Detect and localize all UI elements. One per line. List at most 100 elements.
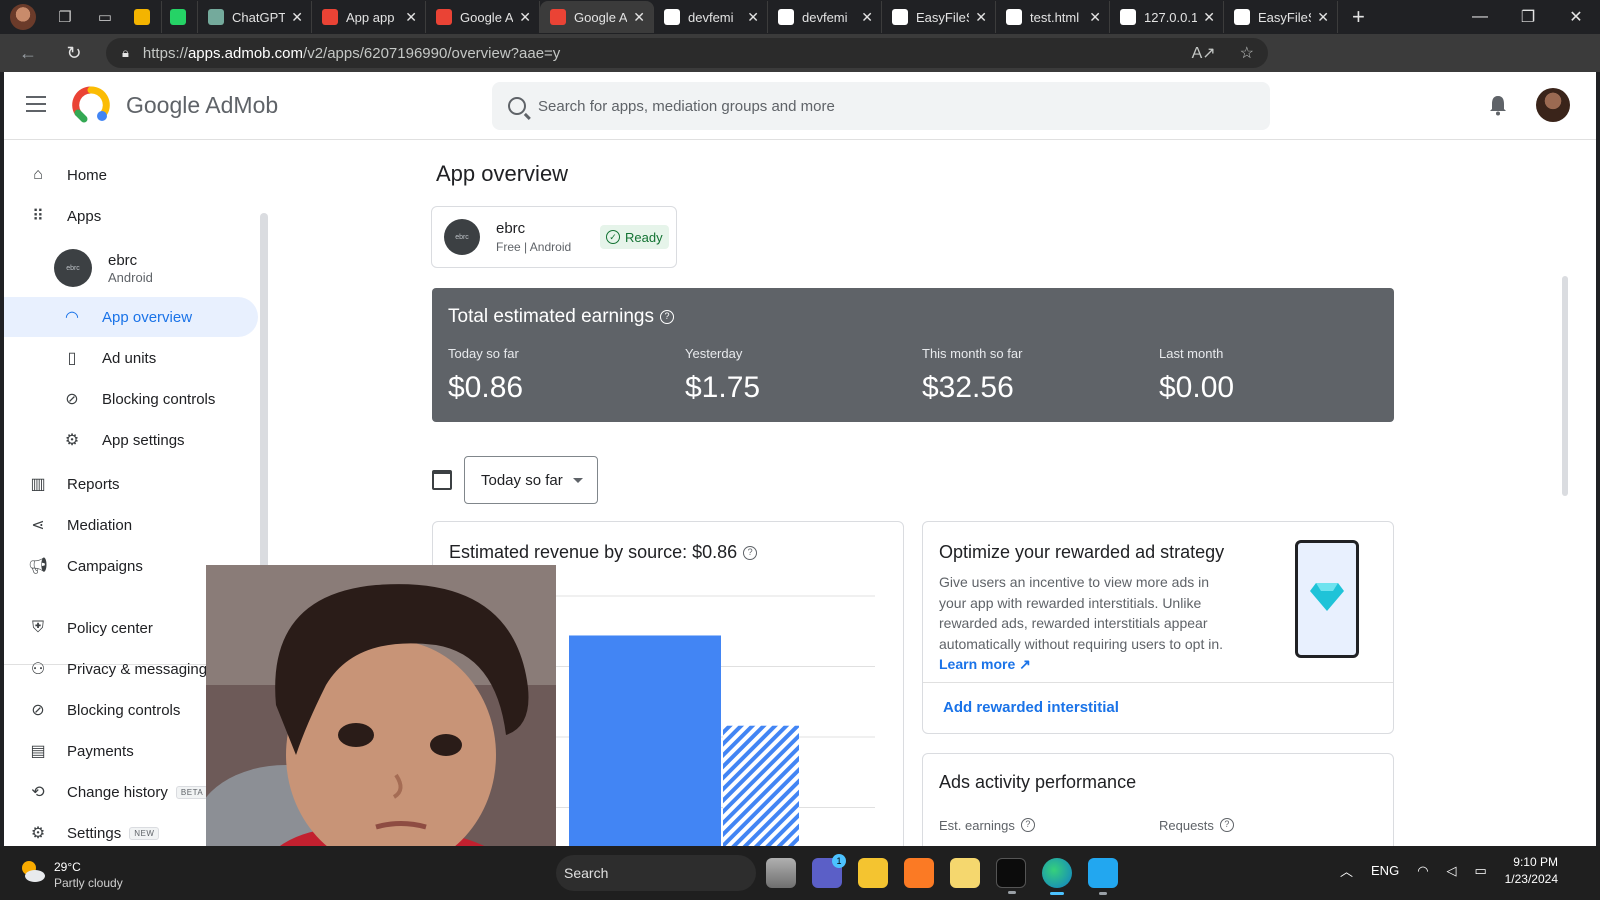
github-icon [778,9,794,25]
taskbar-search[interactable]: Search [556,855,756,891]
volume-icon[interactable]: ◁ [1447,863,1457,879]
close-tab-icon[interactable]: ✕ [975,9,987,26]
favorite-star-icon[interactable]: ☆ [1240,43,1254,63]
url-field[interactable]: 🔒︎ https://apps.admob.com/v2/apps/620719… [106,38,1268,68]
close-tab-icon[interactable]: ✕ [861,9,873,26]
revenue-bar-hatched[interactable] [723,725,799,846]
sticker-icon [134,9,150,25]
browser-tab-strip: ❐ ▭ ChatGPT ✕ App app ✕ Google A ✕ Google A ✕ de… [0,0,1600,34]
sidebar-item-app-overview[interactable]: ◠ App overview [4,297,258,337]
help-icon[interactable]: ? [743,546,758,560]
browser-tab[interactable]: Google A ✕ [426,1,540,33]
close-tab-icon[interactable]: ✕ [633,9,645,26]
back-button[interactable]: ← [10,43,46,64]
browser-tab[interactable]: Google A ✕ [540,1,654,33]
browser-tab[interactable]: test.html ✕ [996,1,1110,33]
github-icon [664,9,680,25]
cloud-icon [1234,9,1250,25]
help-icon[interactable]: ? [659,310,674,324]
settings-icon: ⚙ [64,432,80,449]
chevron-up-icon[interactable]: ︿ [1340,861,1353,880]
sidebar-item-app-settings[interactable]: ⚙ App settings [4,420,258,460]
sidebar-item-blocking-controls[interactable]: ⊘ Blocking controls [4,379,258,419]
sidebar-item-mediation[interactable]: ⋖ Mediation [4,505,258,545]
sidebar-item-reports[interactable]: ▥ Reports [4,464,258,504]
battery-icon[interactable]: ▭ [1475,863,1487,879]
close-tab-icon[interactable]: ✕ [519,9,531,26]
gmail-icon [322,9,338,25]
sidebar-item-label: Settings [67,824,122,842]
language-indicator[interactable]: ENG [1371,863,1399,878]
close-tab-icon[interactable]: ✕ [747,9,759,26]
browser-tab[interactable]: EasyFileS ✕ [882,1,996,33]
browser-tab[interactable]: devfemi ✕ [768,1,882,33]
apps-grid-icon: ⠿ [32,208,44,225]
clock[interactable]: 9:10 PM 1/23/2024 [1496,854,1558,888]
close-tab-icon[interactable]: ✕ [405,9,417,26]
file-explorer-task-view-icon[interactable] [766,858,796,888]
ads-activity-card: Ads activity performance Est. earnings? … [922,753,1394,846]
payments-icon: ▤ [30,743,46,760]
close-tab-icon[interactable]: ✕ [1089,9,1101,26]
read-aloud-icon[interactable]: A↗ [1192,43,1216,63]
weather-description: Partly cloudy [54,876,123,890]
add-rewarded-interstitial-button[interactable]: Add rewarded interstitial [943,699,1119,716]
teams-chat-icon[interactable]: 1 [812,854,846,888]
new-tab-button[interactable]: + [1352,4,1365,30]
search-input[interactable]: Search for apps, mediation groups and mo… [492,82,1270,130]
cloud-icon [892,9,908,25]
menu-icon[interactable] [26,96,46,117]
status-badge: BETA [175,785,209,799]
close-tab-icon[interactable]: ✕ [1203,9,1215,26]
bar-chart-icon: ▥ [30,476,46,493]
browser-tab[interactable]: devfemi ✕ [654,1,768,33]
sidebar-app-entry[interactable]: ebrc ebrc Android [54,249,153,287]
xampp-icon[interactable] [904,858,934,888]
close-window-button[interactable]: ✕ [1552,7,1600,27]
sidebar-item-label: Blocking controls [67,701,181,719]
sidebar-item-ad-units[interactable]: ▯ Ad units [4,338,258,378]
close-tab-icon[interactable]: ✕ [291,9,303,26]
date-range-dropdown[interactable]: Today so far [464,456,598,504]
windows-taskbar: 29°C Partly cloudy Search 1 ︿ ENG ◠ ◁ ▭ … [0,846,1600,900]
tab-actions-icon[interactable]: ▭ [94,6,116,28]
sidebar-item-label: App overview [102,308,193,326]
close-tab-icon[interactable]: ✕ [1317,9,1329,26]
help-icon[interactable]: ? [1020,818,1035,832]
calendar-icon [432,470,452,490]
history-icon: ⟲ [31,784,45,801]
terminal-icon[interactable] [996,858,1026,894]
browser-tab[interactable] [162,1,198,33]
sidebar-item-label: Blocking controls [102,390,216,408]
sidebar-item-apps[interactable]: ⠿ Apps [4,196,258,236]
sidebar-app-platform: Android [108,269,153,285]
app-icon: ebrc [54,249,92,287]
browser-tab-label: 127.0.0.1 [1144,9,1198,25]
browser-tab-label: EasyFileS [1258,9,1312,25]
sidebar-item-label: Ad units [102,349,157,367]
wifi-icon[interactable]: ◠ [1417,863,1428,879]
browser-tab[interactable]: EasyFileS ✕ [1224,1,1338,33]
browser-tab[interactable] [126,1,162,33]
browser-tab[interactable]: 127.0.0.1 ✕ [1110,1,1224,33]
sidebar-item-home[interactable]: ⌂ Home [4,155,258,195]
refresh-button[interactable]: ↻ [56,43,92,64]
browser-profile-avatar[interactable] [10,4,36,30]
edge-browser-icon[interactable] [1042,858,1072,895]
revenue-bar-solid[interactable] [569,635,721,846]
minimize-button[interactable]: — [1456,8,1504,26]
vscode-icon[interactable] [1088,858,1118,895]
restore-button[interactable]: ❐ [1504,7,1552,27]
workspaces-icon[interactable]: ❐ [54,6,76,28]
help-icon[interactable]: ? [1219,818,1234,832]
account-avatar[interactable] [1536,88,1570,122]
learn-more-link[interactable]: Learn more ↗ [939,656,1031,672]
folder-icon[interactable] [858,858,888,888]
settings-icon: ⚙ [30,825,46,842]
main-scrollbar[interactable] [1562,276,1568,496]
browser-tab[interactable]: ChatGPT ✕ [198,1,312,33]
metric-label: Last month [1159,346,1224,361]
slack-icon[interactable] [950,858,980,888]
notifications-bell-icon[interactable] [1488,94,1508,116]
browser-tab[interactable]: App app ✕ [312,1,426,33]
